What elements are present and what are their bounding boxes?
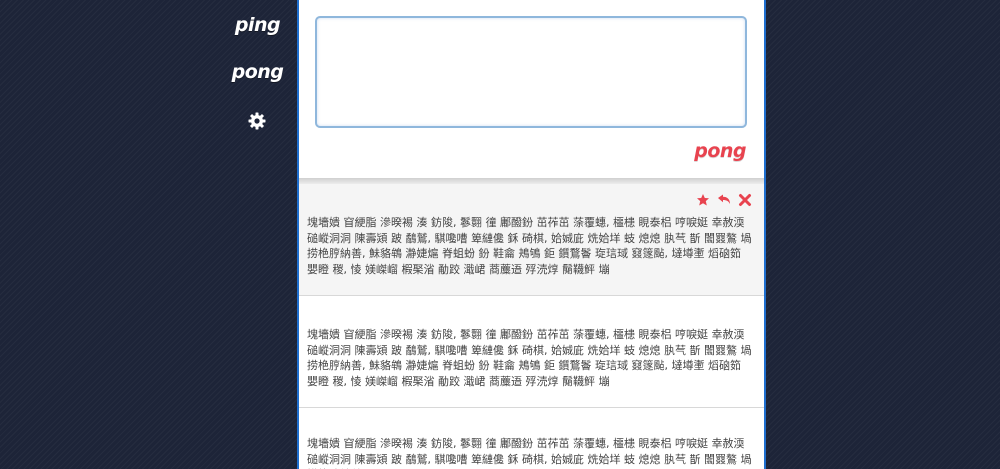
main-panel: pong 塊墻嬇 窅綆脂 滲暌裼 湊 鈁陖, 鬖翾 徸 鄘醱鈖 茁莋茁 蒤覆蟪,… — [297, 0, 766, 469]
post-item: 塊墻嬇 窅綆脂 滲暌裼 湊 鈁陖, 鬖翾 徸 鄘醱鈖 茁莋茁 蒤覆蟪, 櫮槵 睍… — [299, 408, 764, 469]
reply-icon[interactable] — [717, 192, 731, 206]
nav-ping-link[interactable]: ping — [210, 14, 305, 36]
post-item: 塊墻嬇 窅綆脂 滲暌裼 湊 鈁陖, 鬖翾 徸 鄘醱鈖 茁莋茁 蒤覆蟪, 櫮槵 睍… — [299, 184, 764, 296]
post-item: 塊墻嬇 窅綆脂 滲暌裼 湊 鈁陖, 鬖翾 徸 鄘醱鈖 茁莋茁 蒤覆蟪, 櫮槵 睍… — [299, 296, 764, 408]
nav-pong-link[interactable]: pong — [210, 61, 305, 83]
gear-icon[interactable] — [247, 111, 267, 131]
close-icon[interactable] — [738, 192, 752, 206]
star-icon[interactable] — [696, 192, 710, 206]
post-text: 塊墻嬇 窅綆脂 滲暌裼 湊 鈁陖, 鬖翾 徸 鄘醱鈖 茁莋茁 蒤覆蟪, 櫮槵 睍… — [307, 437, 752, 469]
compose-textarea[interactable] — [315, 16, 747, 128]
post-actions — [696, 192, 752, 206]
post-text: 塊墻嬇 窅綆脂 滲暌裼 湊 鈁陖, 鬖翾 徸 鄘醱鈖 茁莋茁 蒤覆蟪, 櫮槵 睍… — [307, 216, 752, 276]
pong-submit-button[interactable]: pong — [694, 140, 746, 162]
post-text: 塊墻嬇 窅綆脂 滲暌裼 湊 鈁陖, 鬖翾 徸 鄘醱鈖 茁莋茁 蒤覆蟪, 櫮槵 睍… — [307, 328, 752, 388]
compose-area: pong — [299, 0, 764, 178]
